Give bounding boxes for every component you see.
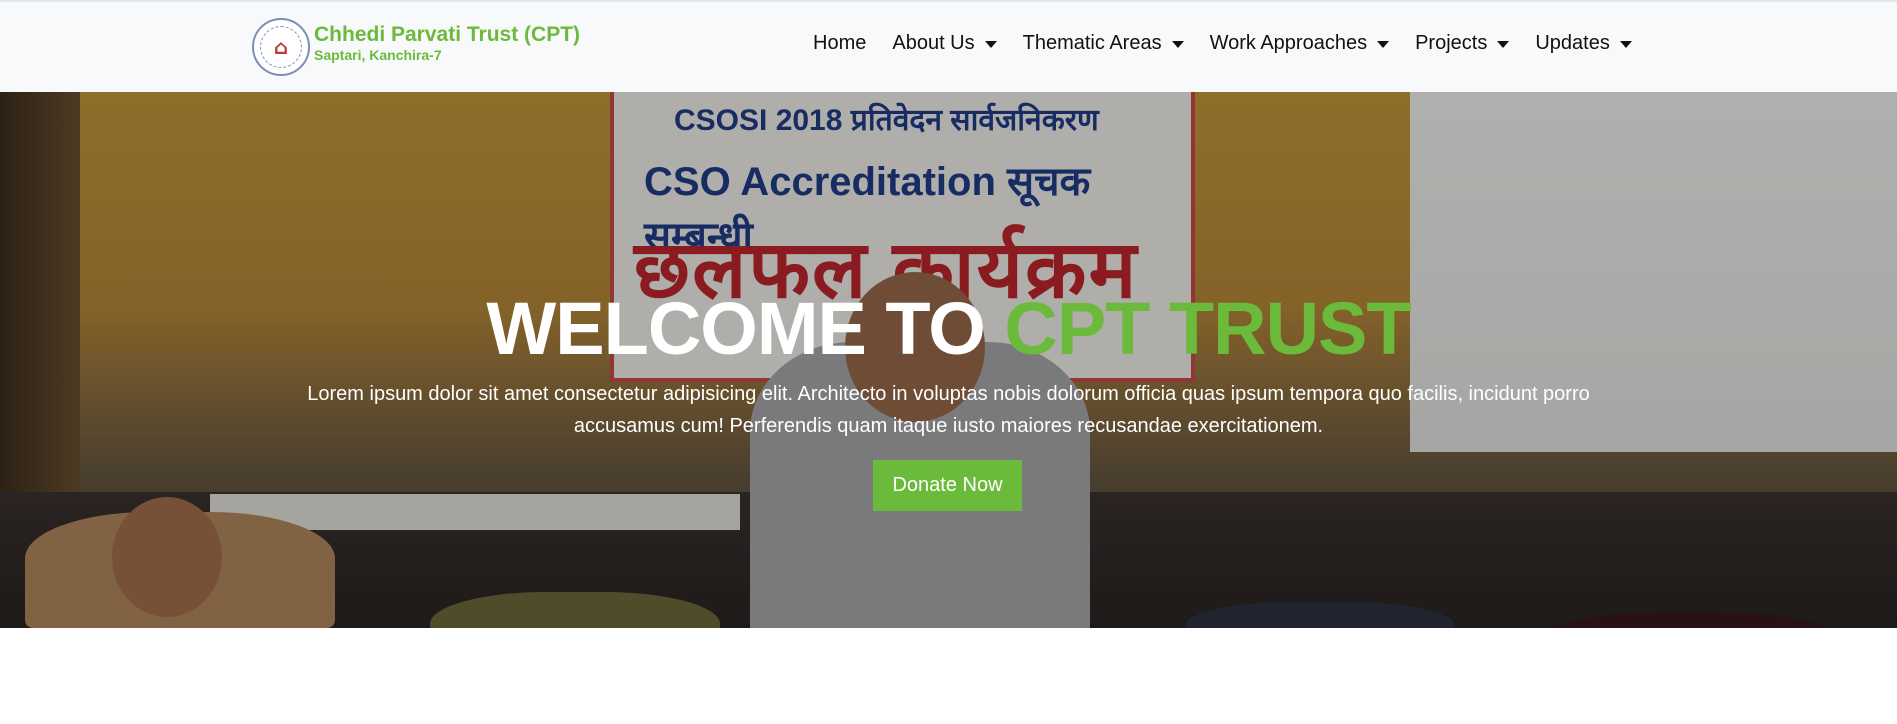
hero-title: WELCOME TO CPT TRUST [0,284,1897,374]
caret-down-icon [1171,41,1184,48]
nav-item-projects[interactable]: Projects [1415,32,1510,55]
caret-down-icon [1619,41,1632,48]
brand-location: Saptari, Kanchira-7 [314,47,442,63]
nav-item-work-approaches[interactable]: Work Approaches [1210,32,1390,55]
donate-now-button[interactable]: Donate Now [873,460,1022,511]
page-body-blank [0,628,1897,724]
caret-down-icon [1497,41,1510,48]
nav-item-label: About Us [892,32,975,54]
nav-item-label: Projects [1415,32,1488,54]
caret-down-icon [984,41,997,48]
nav-item-label: Home [813,32,867,54]
trust-seal-logo-icon: ⌂ [252,18,310,76]
hero-description: Lorem ipsum dolor sit amet consectetur a… [307,383,1590,437]
nav-item-label: Updates [1535,32,1610,54]
navbar: ⌂ Chhedi Parvati Trust (CPT) Saptari, Ka… [0,2,1897,92]
brand-name: Chhedi Parvati Trust (CPT) [314,23,581,46]
nav-item-updates[interactable]: Updates [1535,32,1632,55]
nav-item-label: Work Approaches [1209,32,1368,54]
nav-item-label: Thematic Areas [1022,32,1162,54]
nav-item-about-us[interactable]: About Us [892,32,997,55]
caret-down-icon [1377,41,1390,48]
nav-item-thematic-areas[interactable]: Thematic Areas [1023,32,1184,55]
main-nav: Home About Us Thematic Areas Work Approa… [813,32,1658,55]
brand-link[interactable]: ⌂ Chhedi Parvati Trust (CPT) Saptari, Ka… [252,18,580,76]
brand-text: Chhedi Parvati Trust (CPT) Saptari, Kanc… [314,23,580,63]
nav-item-home[interactable]: Home [813,32,866,55]
hero-title-accent: CPT TRUST [1004,287,1411,370]
logo-glyph: ⌂ [273,35,289,59]
hero-content: WELCOME TO CPT TRUST Lorem ipsum dolor s… [0,92,1897,628]
hero-title-main: WELCOME TO [486,287,1005,370]
hero-section: CSOSI 2018 प्रतिवेदन सार्वजनिकरण CSO Acc… [0,92,1897,628]
